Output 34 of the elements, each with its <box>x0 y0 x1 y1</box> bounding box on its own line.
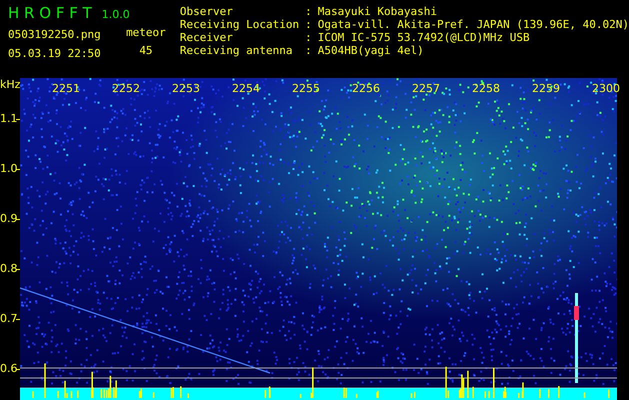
meteor-label: meteor <box>126 26 166 39</box>
frequency-label: 0.8 <box>0 262 20 276</box>
time-label: 2254 <box>231 82 260 95</box>
app-title: H R O F F T <box>8 4 92 22</box>
time-label: 2256 <box>351 82 380 95</box>
time-label: 2258 <box>471 82 500 95</box>
info-label: Observer <box>180 5 234 18</box>
version-label: 1.0.0 <box>102 8 130 21</box>
time-label: 2257 <box>411 82 440 95</box>
unit-label: kHz <box>0 78 20 92</box>
info-value: A504HB(yagi 4el) <box>318 44 425 57</box>
info-value: Masayuki Kobayashi <box>318 5 438 18</box>
time-label: 2255 <box>291 82 320 95</box>
info-separator: : <box>305 18 312 31</box>
time-label: 2251 <box>51 82 80 95</box>
info-value: ICOM IC-575 53.7492(@LCD)MHz USB <box>318 31 531 44</box>
frequency-label: 0.7 <box>0 312 20 326</box>
frequency-label: 1.0 <box>0 162 20 176</box>
date-time: 05.03.19 22:50 <box>8 47 102 60</box>
info-separator: : <box>305 5 312 18</box>
info-separator: : <box>305 44 312 57</box>
frequency-label: 0.9 <box>0 212 20 226</box>
frequency-label: 1.1 <box>0 112 20 126</box>
meteor-count: 45 <box>139 44 153 57</box>
info-label: Receiver <box>180 31 234 44</box>
info-separator: : <box>305 31 312 44</box>
frequency-label: 0.6 <box>0 362 20 376</box>
time-label: 2253 <box>171 82 200 95</box>
file-name: 0503192250.png <box>8 28 102 41</box>
info-value: Ogata-vill. Akita-Pref. JAPAN (139.96E, 40.02N) <box>318 18 629 31</box>
time-label: 2259 <box>531 82 560 95</box>
info-label: Receiving antenna <box>180 44 294 57</box>
time-label: 2252 <box>111 82 140 95</box>
info-label: Receiving Location <box>180 18 300 31</box>
